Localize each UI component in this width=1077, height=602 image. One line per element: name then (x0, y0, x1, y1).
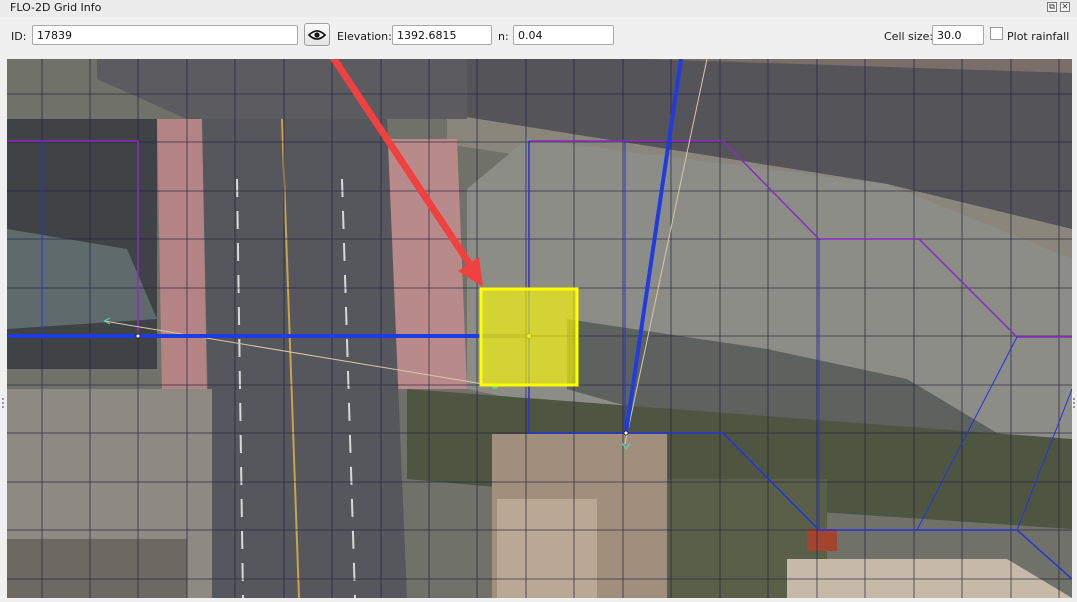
selected-grid-cell[interactable] (479, 287, 579, 387)
sidewalk-east (387, 139, 467, 389)
right-splitter-handle[interactable] (1073, 398, 1077, 408)
eye-icon (308, 29, 326, 40)
cell-size-field[interactable] (932, 25, 984, 45)
sidewalk-west (157, 119, 207, 394)
elevation-label: Elevation: (337, 30, 392, 43)
cell-size-label: Cell size: (884, 30, 934, 43)
id-field[interactable] (32, 25, 298, 45)
float-window-button[interactable]: ⧉ (1047, 2, 1057, 12)
grid-info-toolbar: ID: Elevation: n: Cell size: Plot rainfa… (0, 17, 1077, 57)
map-canvas[interactable] (7, 59, 1072, 598)
node-marker (623, 430, 629, 436)
left-splitter-handle[interactable] (2, 398, 6, 408)
plot-rainfall-label[interactable]: Plot rainfall (1007, 30, 1069, 43)
red-roof (807, 529, 837, 551)
close-window-button[interactable]: ✕ (1060, 2, 1070, 12)
lower-left-roof (7, 539, 187, 598)
elevation-field[interactable] (392, 25, 492, 45)
close-icon: ✕ (1061, 2, 1069, 11)
eye-button[interactable] (304, 23, 330, 46)
node-marker (135, 333, 141, 339)
id-label: ID: (11, 30, 27, 43)
building-roof (497, 499, 597, 598)
plot-rainfall-checkbox[interactable] (990, 27, 1003, 40)
n-label: n: (498, 30, 509, 43)
n-value-field[interactable] (513, 25, 614, 45)
float-icon: ⧉ (1049, 2, 1055, 11)
window-title: FLO-2D Grid Info (10, 1, 102, 14)
aerial-map (7, 59, 1072, 598)
title-bar: FLO-2D Grid Info ⧉ ✕ (0, 0, 1077, 17)
